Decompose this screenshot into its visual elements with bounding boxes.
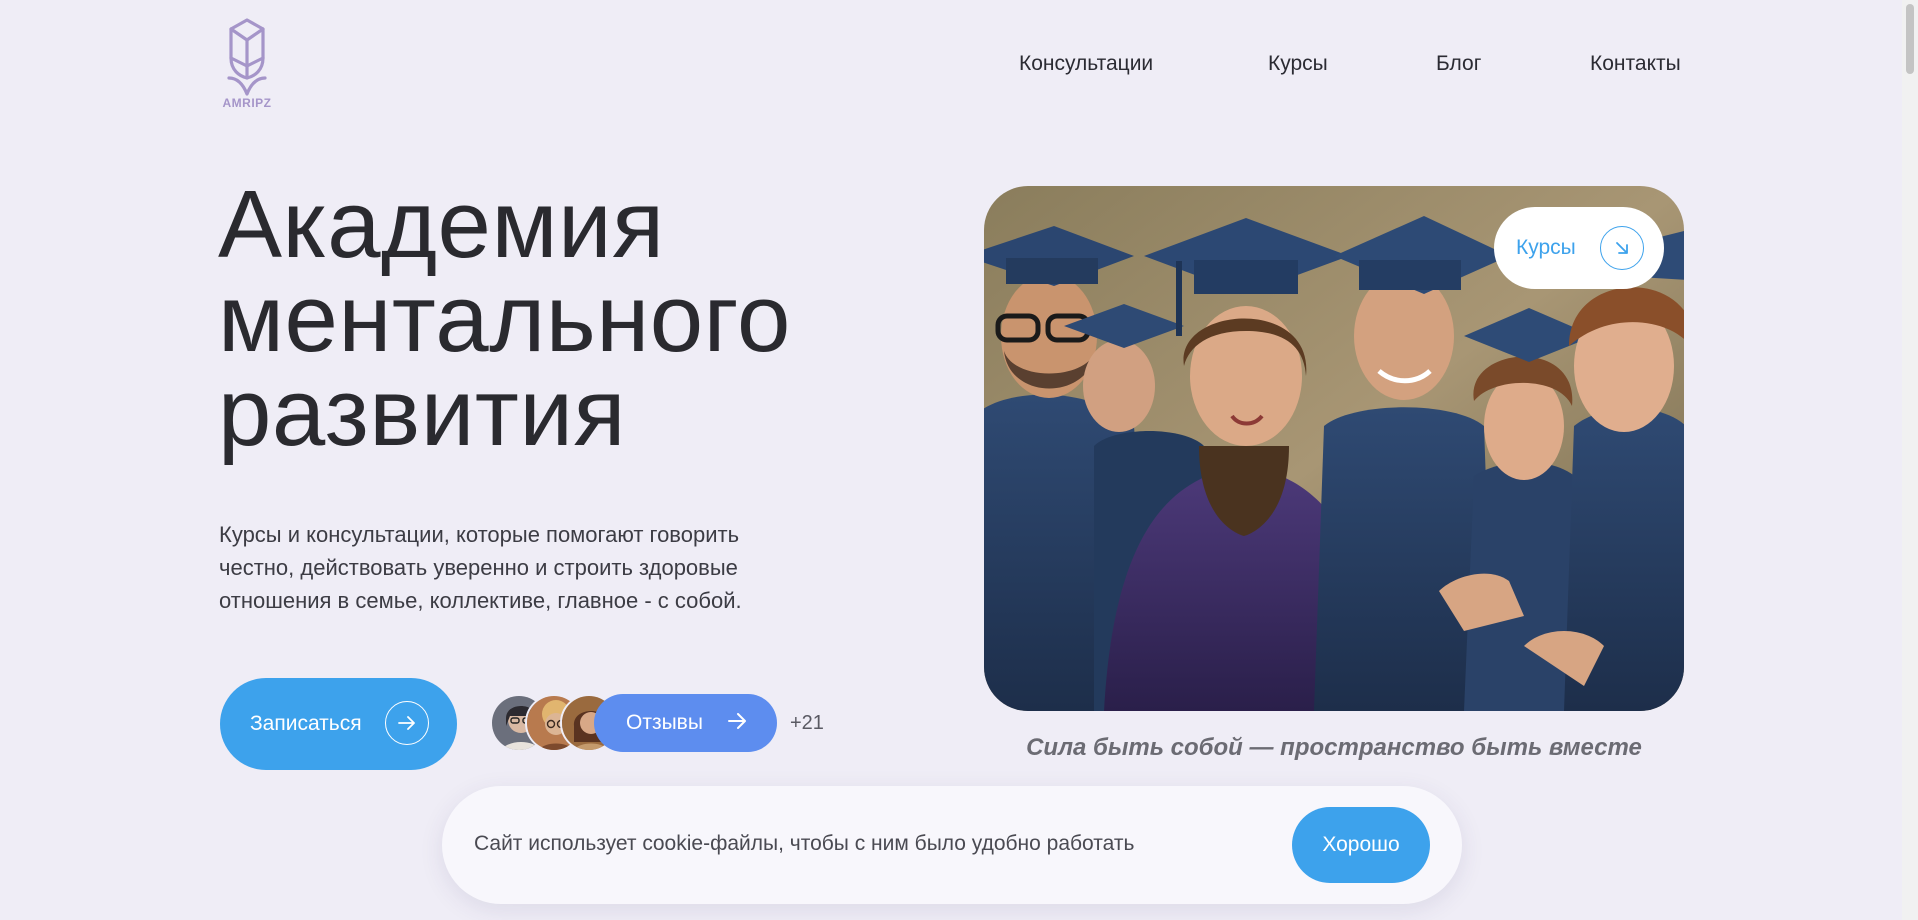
hero-title-line: ментального bbox=[218, 265, 791, 372]
photo-caption: Сила быть собой — пространство быть вмес… bbox=[1026, 734, 1642, 761]
arrow-right-icon bbox=[727, 711, 747, 735]
hero-title: Академия ментального развития bbox=[218, 171, 791, 466]
brand-name: AMRIPZ bbox=[222, 96, 272, 110]
scrollbar-thumb[interactable] bbox=[1906, 4, 1914, 74]
nav-item-consultations[interactable]: Консультации bbox=[1019, 52, 1153, 76]
hero-subtitle: Курсы и консультации, которые помогают г… bbox=[219, 522, 742, 613]
cookie-banner: Сайт использует cookie-файлы, чтобы с ни… bbox=[442, 786, 1462, 904]
reviews-button-label: Отзывы bbox=[626, 711, 703, 734]
nav-item-courses[interactable]: Курсы bbox=[1268, 52, 1328, 76]
courses-chip-button[interactable]: Курсы bbox=[1494, 207, 1664, 289]
reviews-count: +21 bbox=[790, 712, 824, 734]
cookie-accept-button[interactable]: Хорошо bbox=[1292, 807, 1430, 883]
nav-item-contacts[interactable]: Контакты bbox=[1590, 52, 1681, 76]
signup-button[interactable]: Записаться bbox=[220, 678, 457, 770]
courses-chip-label: Курсы bbox=[1516, 236, 1576, 259]
hero-title-line: развития bbox=[218, 359, 626, 466]
cookie-text: Сайт использует cookie-файлы, чтобы с ни… bbox=[474, 832, 1135, 855]
nav-item-blog[interactable]: Блог bbox=[1436, 52, 1481, 76]
hero-title-line: Академия bbox=[218, 171, 665, 278]
arrow-right-icon bbox=[385, 701, 429, 745]
page-scrollbar[interactable] bbox=[1902, 0, 1918, 920]
reviews-button[interactable]: Отзывы bbox=[594, 694, 777, 752]
main-nav: Консультации Курсы Блог Контакты bbox=[0, 52, 1918, 82]
arrow-down-right-icon bbox=[1600, 226, 1644, 270]
signup-button-label: Записаться bbox=[250, 712, 362, 735]
